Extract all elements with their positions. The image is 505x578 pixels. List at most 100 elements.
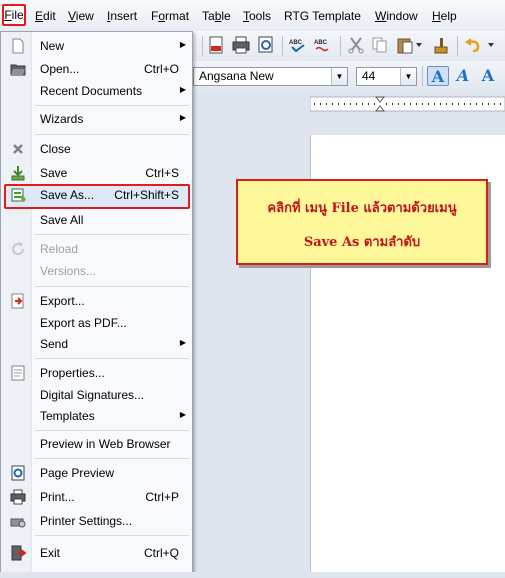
instruction-callout: คลิกที่ เมนู File แล้วตามด้วยเมนู Save A… xyxy=(236,179,488,265)
cut-icon[interactable] xyxy=(347,36,365,54)
save-as-icon xyxy=(11,188,26,202)
menu-item-shortcut: Ctrl+P xyxy=(145,490,179,504)
menu-item-label: Save As... xyxy=(40,188,95,202)
menu-item-templates[interactable]: Templates ▶ xyxy=(1,405,192,427)
menu-item-new[interactable]: New ▶ xyxy=(1,35,192,57)
export-pdf-icon[interactable] xyxy=(207,36,225,54)
menu-separator xyxy=(35,358,189,359)
menu-item-label: Versions... xyxy=(40,264,97,278)
menu-edit[interactable]: Edit xyxy=(35,9,56,23)
menu-item-label: Reload xyxy=(40,242,79,256)
menu-item-label: Digital Signatures... xyxy=(40,388,145,402)
callout-line-2: Save As ตามลำดับ xyxy=(303,235,421,250)
menu-file[interactable]: File xyxy=(2,4,26,26)
menu-item-digital-signatures[interactable]: Digital Signatures... xyxy=(1,384,192,406)
chevron-down-icon[interactable]: ▼ xyxy=(400,68,416,85)
undo-dropdown-icon[interactable] xyxy=(488,43,494,48)
menu-item-versions: Versions... xyxy=(1,260,192,282)
shadow-button[interactable]: A xyxy=(427,66,449,86)
menu-separator xyxy=(35,134,189,135)
submenu-arrow-icon: ▶ xyxy=(179,410,186,419)
menu-item-label: Close xyxy=(40,142,71,156)
italic-outline-button[interactable]: A xyxy=(452,66,474,86)
menu-table[interactable]: Table xyxy=(202,9,231,23)
toolbar-separator xyxy=(202,36,203,56)
menu-item-save-as[interactable]: Save As... Ctrl+Shift+S xyxy=(4,184,190,209)
menu-insert[interactable]: Insert xyxy=(107,9,137,23)
submenu-arrow-icon: ▶ xyxy=(179,85,186,94)
status-strip xyxy=(0,572,505,578)
menu-item-label: Templates xyxy=(40,409,95,423)
copy-icon[interactable] xyxy=(371,36,389,54)
menu-item-save-all[interactable]: Save All xyxy=(1,209,192,231)
menu-item-send[interactable]: Send ▶ xyxy=(1,333,192,355)
menu-item-label: New xyxy=(40,39,65,53)
menu-item-export-as-pdf[interactable]: Export as PDF... xyxy=(1,312,192,334)
menu-format[interactable]: Format xyxy=(151,9,189,23)
export-icon xyxy=(11,293,24,309)
ruler-ticks xyxy=(310,96,505,112)
menu-item-label: Properties... xyxy=(40,366,105,380)
menu-separator xyxy=(35,105,189,106)
menu-item-properties[interactable]: Properties... xyxy=(1,362,192,384)
menu-rtg-template[interactable]: RTG Template xyxy=(284,9,361,23)
font-size-value: 44 xyxy=(362,69,376,83)
print-icon[interactable] xyxy=(232,36,250,54)
standard-toolbar: ABC ABC xyxy=(190,31,505,61)
horizontal-ruler xyxy=(190,91,505,119)
menu-item-label: Export as PDF... xyxy=(40,316,127,330)
menu-item-label: Open... xyxy=(40,62,80,76)
menu-item-shortcut: Ctrl+Q xyxy=(143,546,179,560)
page-preview-icon[interactable] xyxy=(257,36,275,54)
chevron-down-icon[interactable]: ▼ xyxy=(331,68,347,85)
undo-icon[interactable] xyxy=(464,36,482,54)
menu-item-shortcut: Ctrl+S xyxy=(145,166,179,180)
save-icon xyxy=(11,166,25,181)
menu-item-label: Preview in Web Browser xyxy=(40,437,171,451)
outline-button[interactable]: A xyxy=(477,66,499,86)
clone-formatting-icon[interactable] xyxy=(432,36,450,54)
menu-help[interactable]: Help xyxy=(432,9,457,23)
properties-icon xyxy=(11,365,25,381)
paste-icon[interactable] xyxy=(396,36,414,54)
menu-item-export[interactable]: Export... xyxy=(1,290,192,312)
print-icon xyxy=(10,489,26,505)
paste-dropdown-icon[interactable] xyxy=(416,43,422,48)
menu-item-printer-settings[interactable]: Printer Settings... xyxy=(1,510,192,532)
menu-window[interactable]: Window xyxy=(375,9,418,23)
autospellcheck-icon[interactable]: ABC xyxy=(314,36,332,54)
submenu-arrow-icon: ▶ xyxy=(179,40,186,49)
menu-item-label: Save All xyxy=(40,213,84,227)
submenu-arrow-icon: ▶ xyxy=(179,338,186,347)
menu-separator xyxy=(35,234,189,235)
menu-item-label: Printer Settings... xyxy=(40,514,133,528)
menu-tools[interactable]: Tools xyxy=(243,9,271,23)
font-size-combo[interactable]: 44 ▼ xyxy=(356,67,417,86)
font-name-combo[interactable]: Angsana New ▼ xyxy=(193,67,348,86)
close-icon xyxy=(13,144,23,154)
menu-separator xyxy=(35,458,189,459)
menu-item-save[interactable]: Save Ctrl+S xyxy=(1,162,192,184)
menu-item-print[interactable]: Print... Ctrl+P xyxy=(1,486,192,508)
menu-view[interactable]: View xyxy=(68,9,94,23)
menu-item-label: Page Preview xyxy=(40,466,115,480)
open-folder-icon xyxy=(10,64,26,76)
font-name-value: Angsana New xyxy=(199,69,274,83)
menu-item-preview-in-web-browser[interactable]: Preview in Web Browser xyxy=(1,433,192,455)
menu-item-open[interactable]: Open... Ctrl+O xyxy=(1,58,192,80)
menu-separator xyxy=(35,286,189,287)
submenu-arrow-icon: ▶ xyxy=(179,113,186,122)
menu-item-label: Exit xyxy=(40,546,61,560)
menu-item-recent-documents[interactable]: Recent Documents ▶ xyxy=(1,80,192,102)
menu-item-shortcut: Ctrl+O xyxy=(143,62,179,76)
menu-bar: File Edit View Insert Format Table Tools… xyxy=(0,0,505,32)
menu-item-label: Send xyxy=(40,337,69,351)
menu-item-wizards[interactable]: Wizards ▶ xyxy=(1,108,192,130)
file-menu: New ▶ Open... Ctrl+O Recent Documents ▶ … xyxy=(0,31,193,576)
menu-item-reload: Reload xyxy=(1,238,192,260)
menu-item-page-preview[interactable]: Page Preview xyxy=(1,462,192,484)
spellcheck-icon[interactable]: ABC xyxy=(289,36,307,54)
menu-item-close[interactable]: Close xyxy=(1,138,192,160)
menu-item-label: Print... xyxy=(40,490,75,504)
menu-item-exit[interactable]: Exit Ctrl+Q xyxy=(1,542,192,564)
